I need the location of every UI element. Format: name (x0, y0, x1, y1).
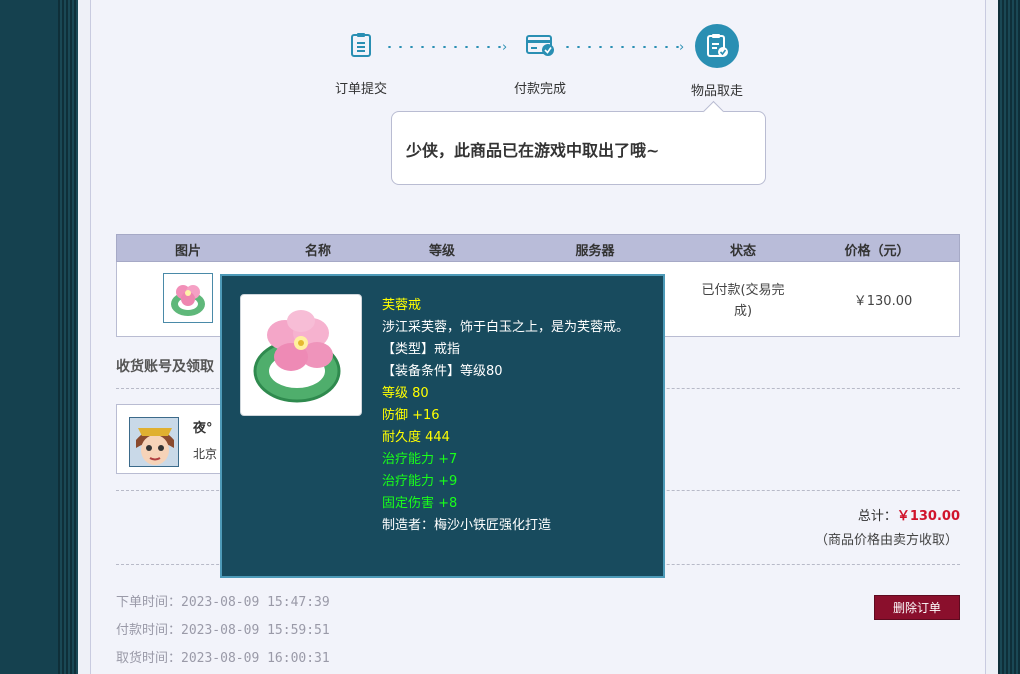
clipboard-check-icon (695, 24, 739, 68)
right-frame-stripe (998, 0, 1020, 674)
take-time: 取货时间：2023-08-09 16:00:31 (116, 651, 330, 666)
credit-card-check-icon (519, 24, 561, 66)
header-name: 名称 (304, 244, 332, 259)
item-maker: 制造者：梅沙小铁匠强化打造 (382, 518, 552, 533)
item-type: 【类型】戒指 (382, 342, 461, 357)
receiver-section-title: 收货账号及领取 (116, 359, 214, 375)
receiver-card: 夜° 北京 (116, 404, 236, 474)
header-image: 图片 (174, 244, 202, 259)
step-label-order: 订单提交 (334, 82, 387, 97)
total-note: （商品价格由卖方收取） (814, 533, 958, 548)
chevron-right-icon: › (679, 40, 685, 55)
item-description: 涉江采芙蓉，饰于白玉之上，是为芙蓉戒。 (382, 320, 630, 335)
total-amount: ￥130.00 (896, 509, 960, 524)
header-price: 价格（元） (844, 244, 910, 259)
avatar (129, 417, 179, 467)
item-name: 芙蓉戒 (382, 298, 422, 313)
step-connector-1 (384, 46, 502, 48)
status-message-bubble: 少侠，此商品已在游戏中取出了哦~ (391, 111, 766, 185)
left-frame-stripe (58, 0, 78, 674)
status-cell: 已付款(交易完 成) (693, 280, 793, 322)
item-thumbnail[interactable] (163, 273, 213, 323)
stat-level: 等级 80 (382, 386, 429, 401)
step-connector-2 (562, 46, 680, 48)
price-cell: ￥130.00 (853, 294, 913, 309)
header-level: 等级 (428, 244, 456, 259)
ring-item-image (240, 294, 362, 416)
receiver-server: 北京 (193, 447, 218, 461)
step-label-taken: 物品取走 (690, 84, 743, 99)
clipboard-list-icon (340, 24, 382, 66)
delete-order-button[interactable]: 删除订单 (874, 595, 960, 620)
status-text-line2: 成) (733, 304, 753, 319)
stat-fixed-damage: 固定伤害 +8 (382, 496, 458, 511)
stat-heal-2: 治疗能力 +9 (382, 474, 458, 489)
header-status: 状态 (729, 244, 757, 259)
status-message-text: 少侠，此商品已在游戏中取出了哦~ (406, 141, 660, 160)
receiver-name: 夜° (193, 421, 213, 436)
order-table-header: 图片 名称 等级 服务器 状态 价格（元） (116, 234, 960, 262)
total-label: 总计： (857, 509, 897, 524)
step-order-submit: 订单提交 (330, 24, 392, 97)
pay-time: 付款时间：2023-08-09 15:59:51 (116, 623, 330, 638)
stat-durability: 耐久度 444 (382, 430, 450, 445)
step-item-taken: 物品取走 (686, 24, 748, 99)
stat-defense: 防御 +16 (382, 408, 440, 423)
step-label-payment: 付款完成 (513, 82, 566, 97)
status-text-line1: 已付款(交易完 (701, 283, 785, 298)
order-time: 下单时间：2023-08-09 15:47:39 (116, 595, 330, 610)
header-server: 服务器 (575, 244, 615, 259)
step-payment-complete: 付款完成 (509, 24, 571, 97)
item-requirement: 【装备条件】等级80 (382, 364, 503, 379)
chevron-right-icon: › (502, 40, 508, 55)
stat-heal-1: 治疗能力 +7 (382, 452, 458, 467)
tooltip-body: 芙蓉戒 涉江采芙蓉，饰于白玉之上，是为芙蓉戒。 【类型】戒指 【装备条件】等级8… (382, 295, 650, 537)
item-tooltip: 芙蓉戒 涉江采芙蓉，饰于白玉之上，是为芙蓉戒。 【类型】戒指 【装备条件】等级8… (220, 274, 665, 578)
total-line: 总计：￥130.00 (858, 505, 960, 524)
